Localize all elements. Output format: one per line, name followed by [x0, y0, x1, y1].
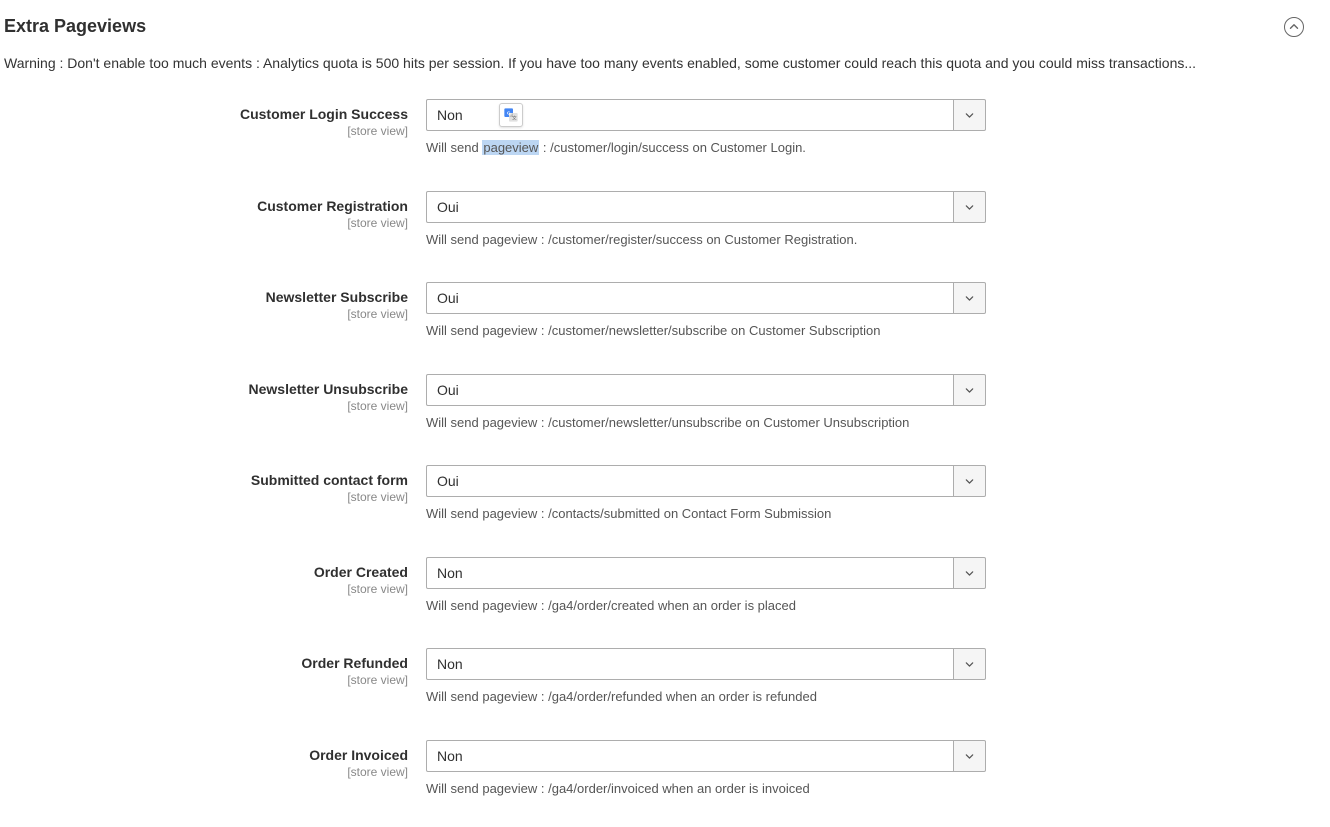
field-input-col: Non Will send pageview : /ga4/order/refu…	[426, 648, 986, 706]
field-note: Will send pageview : /customer/newslette…	[426, 414, 986, 432]
field-label-col: Newsletter Unsubscribe[store view]	[4, 374, 426, 413]
select-value[interactable]: Oui	[426, 374, 954, 406]
field-scope: [store view]	[4, 490, 408, 504]
field-input-col: Oui Will send pageview : /customer/newsl…	[426, 374, 986, 432]
section-header: Extra Pageviews	[4, 10, 1310, 55]
field-label: Order Created	[4, 563, 408, 581]
field-note: Will send pageview : /contacts/submitted…	[426, 505, 986, 523]
field-row-newsletter_unsubscribe: Newsletter Unsubscribe[store view]Oui Wi…	[4, 374, 1310, 432]
field-label: Newsletter Unsubscribe	[4, 380, 408, 398]
select-dropdown-button[interactable]	[954, 282, 986, 314]
note-highlight: pageview	[482, 140, 539, 155]
select-customer_registration[interactable]: Oui	[426, 191, 986, 223]
section-title: Extra Pageviews	[4, 16, 146, 37]
select-value[interactable]: Oui	[426, 191, 954, 223]
field-label-col: Submitted contact form[store view]	[4, 465, 426, 504]
field-scope: [store view]	[4, 399, 408, 413]
fields-container: Customer Login Success[store view]Non G …	[4, 99, 1310, 797]
field-row-order_created: Order Created[store view]Non Will send p…	[4, 557, 1310, 615]
select-value[interactable]: Non	[426, 740, 954, 772]
field-input-col: Oui Will send pageview : /customer/newsl…	[426, 282, 986, 340]
select-dropdown-button[interactable]	[954, 191, 986, 223]
field-note: Will send pageview : /ga4/order/invoiced…	[426, 780, 986, 798]
note-text: : /customer/login/success on Customer Lo…	[539, 140, 806, 155]
chevron-down-icon	[965, 382, 974, 398]
field-scope: [store view]	[4, 765, 408, 779]
field-input-col: Non Will send pageview : /ga4/order/crea…	[426, 557, 986, 615]
collapse-toggle[interactable]	[1284, 17, 1304, 37]
chevron-down-icon	[965, 290, 974, 306]
field-label: Order Invoiced	[4, 746, 408, 764]
chevron-down-icon	[965, 656, 974, 672]
field-row-order_invoiced: Order Invoiced[store view]Non Will send …	[4, 740, 1310, 798]
select-value[interactable]: Non	[426, 557, 954, 589]
field-label: Customer Login Success	[4, 105, 408, 123]
chevron-down-icon	[965, 107, 974, 123]
field-scope: [store view]	[4, 582, 408, 596]
field-label: Submitted contact form	[4, 471, 408, 489]
field-note: Will send pageview : /customer/login/suc…	[426, 139, 986, 157]
field-note: Will send pageview : /customer/register/…	[426, 231, 986, 249]
field-label-col: Order Invoiced[store view]	[4, 740, 426, 779]
field-input-col: Non Will send pageview : /ga4/order/invo…	[426, 740, 986, 798]
field-scope: [store view]	[4, 307, 408, 321]
select-order_refunded[interactable]: Non	[426, 648, 986, 680]
field-note: Will send pageview : /customer/newslette…	[426, 322, 986, 340]
field-note: Will send pageview : /ga4/order/refunded…	[426, 688, 986, 706]
chevron-down-icon	[965, 199, 974, 215]
field-row-customer_login: Customer Login Success[store view]Non G …	[4, 99, 1310, 157]
select-order_invoiced[interactable]: Non	[426, 740, 986, 772]
field-input-col: Oui Will send pageview : /contacts/submi…	[426, 465, 986, 523]
select-value[interactable]: Non	[426, 648, 954, 680]
field-label-col: Order Refunded[store view]	[4, 648, 426, 687]
select-dropdown-button[interactable]	[954, 648, 986, 680]
field-row-customer_registration: Customer Registration[store view]Oui Wil…	[4, 191, 1310, 249]
field-label-col: Customer Registration[store view]	[4, 191, 426, 230]
google-translate-icon[interactable]: G 文	[499, 103, 523, 127]
select-value[interactable]: Oui	[426, 282, 954, 314]
select-dropdown-button[interactable]	[954, 557, 986, 589]
select-dropdown-button[interactable]	[954, 374, 986, 406]
field-label-col: Order Created[store view]	[4, 557, 426, 596]
svg-text:文: 文	[512, 115, 517, 122]
select-submitted_contact[interactable]: Oui	[426, 465, 986, 497]
select-dropdown-button[interactable]	[954, 99, 986, 131]
select-value[interactable]: Oui	[426, 465, 954, 497]
field-label-col: Newsletter Subscribe[store view]	[4, 282, 426, 321]
select-newsletter_unsubscribe[interactable]: Oui	[426, 374, 986, 406]
select-dropdown-button[interactable]	[954, 740, 986, 772]
field-scope: [store view]	[4, 216, 408, 230]
note-text: Will send	[426, 140, 482, 155]
field-scope: [store view]	[4, 124, 408, 138]
field-input-col: Non G 文 Will send pageview : /customer/l…	[426, 99, 986, 157]
select-newsletter_subscribe[interactable]: Oui	[426, 282, 986, 314]
field-input-col: Oui Will send pageview : /customer/regis…	[426, 191, 986, 249]
field-label-col: Customer Login Success[store view]	[4, 99, 426, 138]
extra-pageviews-section: Extra Pageviews Warning : Don't enable t…	[0, 0, 1330, 827]
chevron-down-icon	[965, 748, 974, 764]
chevron-down-icon	[965, 473, 974, 489]
select-dropdown-button[interactable]	[954, 465, 986, 497]
select-order_created[interactable]: Non	[426, 557, 986, 589]
chevron-up-icon	[1289, 22, 1299, 32]
field-row-submitted_contact: Submitted contact form[store view]Oui Wi…	[4, 465, 1310, 523]
field-label: Newsletter Subscribe	[4, 288, 408, 306]
field-label: Order Refunded	[4, 654, 408, 672]
warning-text: Warning : Don't enable too much events :…	[4, 55, 1310, 99]
field-scope: [store view]	[4, 673, 408, 687]
field-label: Customer Registration	[4, 197, 408, 215]
field-row-order_refunded: Order Refunded[store view]Non Will send …	[4, 648, 1310, 706]
field-row-newsletter_subscribe: Newsletter Subscribe[store view]Oui Will…	[4, 282, 1310, 340]
chevron-down-icon	[965, 565, 974, 581]
field-note: Will send pageview : /ga4/order/created …	[426, 597, 986, 615]
svg-text:G: G	[507, 110, 511, 115]
